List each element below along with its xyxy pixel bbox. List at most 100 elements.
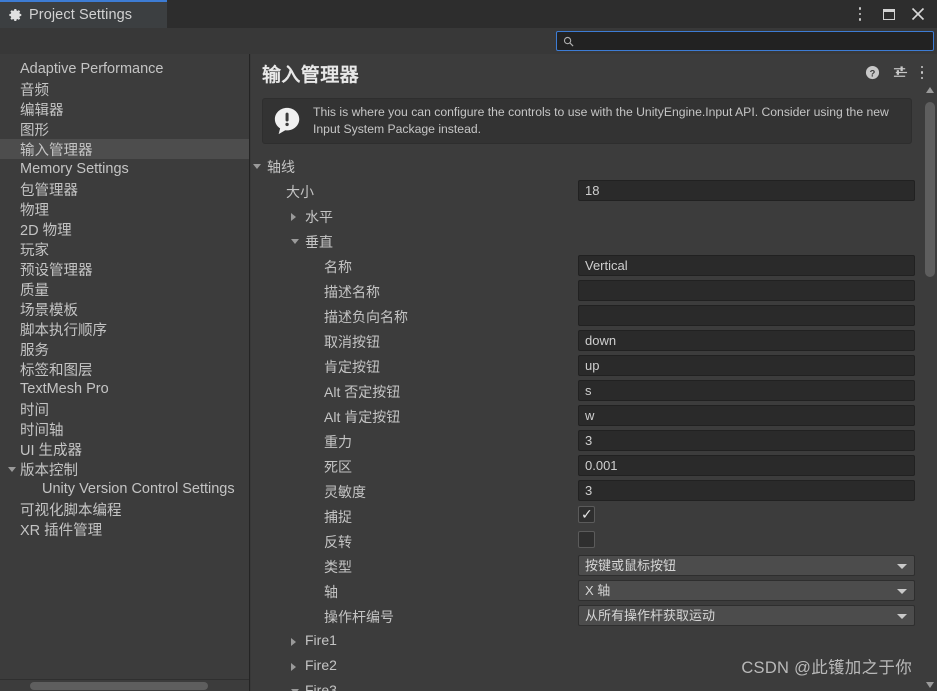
property-text-field[interactable]: 18 [578, 180, 915, 201]
property-label: 重力 [324, 434, 352, 450]
scroll-down-arrow-icon[interactable] [926, 682, 934, 688]
sidebar-item-8[interactable]: 2D 物理 [0, 219, 249, 239]
property-row: 名称 Vertical [251, 254, 921, 279]
sidebar-item-18[interactable]: 时间轴 [0, 419, 249, 439]
search-input[interactable] [556, 31, 934, 51]
property-row: 水平 [251, 204, 921, 229]
property-text-field[interactable]: w [578, 405, 915, 426]
sidebar-horizontal-scrollbar[interactable] [0, 679, 249, 691]
sidebar-item-20[interactable]: 版本控制 [0, 459, 249, 479]
property-text-field[interactable]: s [578, 380, 915, 401]
sidebar-item-23[interactable]: XR 插件管理 [0, 519, 249, 539]
input-manager-panel: 输入管理器 ? This is where you can configure … [251, 54, 937, 691]
property-label: 描述名称 [324, 284, 380, 300]
sidebar-item-4[interactable]: 输入管理器 [0, 139, 249, 159]
sidebar-item-label: UI 生成器 [20, 442, 83, 459]
sidebar-item-label: 时间轴 [20, 422, 64, 439]
maximize-icon [883, 8, 895, 20]
property-text-field[interactable]: 3 [578, 480, 915, 501]
main-scrollbar-thumb[interactable] [925, 102, 935, 277]
sidebar-item-label: XR 插件管理 [20, 522, 103, 539]
property-label: Alt 否定按钮 [324, 384, 401, 400]
property-text-field[interactable] [578, 280, 915, 301]
chevron-down-icon [897, 589, 907, 594]
property-label: 类型 [324, 559, 352, 575]
sidebar-item-3[interactable]: 图形 [0, 119, 249, 139]
property-text-field[interactable]: 3 [578, 430, 915, 451]
property-text-field[interactable]: Vertical [578, 255, 915, 276]
property-row: Alt 肯定按钮 w [251, 404, 921, 429]
property-label: 捕捉 [324, 509, 352, 525]
sidebar-item-16[interactable]: TextMesh Pro [0, 379, 249, 399]
property-row: 描述名称 [251, 279, 921, 304]
maximize-button[interactable] [876, 1, 902, 27]
property-text-field[interactable]: down [578, 330, 915, 351]
property-dropdown[interactable]: 按键或鼠标按钮 [578, 555, 915, 576]
tab-project-settings[interactable]: Project Settings [0, 0, 167, 28]
sidebar-item-14[interactable]: 服务 [0, 339, 249, 359]
sidebar-item-5[interactable]: Memory Settings [0, 159, 249, 179]
property-row: 类型 按键或鼠标按钮 [251, 554, 921, 579]
kebab-menu-button[interactable] [847, 1, 873, 27]
dropdown-value: X 轴 [585, 583, 611, 598]
chevron-down-icon[interactable] [253, 164, 261, 169]
sidebar-item-11[interactable]: 质量 [0, 279, 249, 299]
property-dropdown[interactable]: X 轴 [578, 580, 915, 601]
sidebar-item-label: 时间 [20, 402, 49, 419]
property-row: 肯定按钮 up [251, 354, 921, 379]
sidebar-item-label: 标签和图层 [20, 362, 93, 379]
sidebar-item-6[interactable]: 包管理器 [0, 179, 249, 199]
panel-kebab-menu-icon[interactable] [920, 65, 923, 80]
settings-sidebar[interactable]: Adaptive Performance 音频 编辑器 图形 输入管理器 Memory S… [0, 54, 250, 691]
chevron-right-icon[interactable] [291, 663, 296, 671]
sidebar-item-2[interactable]: 编辑器 [0, 99, 249, 119]
sidebar-item-label: 场景模板 [20, 302, 78, 319]
property-text-field[interactable] [578, 305, 915, 326]
chevron-down-icon[interactable] [291, 239, 299, 244]
close-button[interactable] [905, 1, 931, 27]
unity-project-settings-window: Project Settings Adaptive Performance 音频… [0, 0, 937, 691]
sidebar-item-19[interactable]: UI 生成器 [0, 439, 249, 459]
sidebar-item-label: 质量 [20, 282, 49, 299]
sidebar-item-15[interactable]: 标签和图层 [0, 359, 249, 379]
sidebar-item-1[interactable]: 音频 [0, 79, 249, 99]
property-text-field[interactable]: up [578, 355, 915, 376]
sidebar-item-17[interactable]: 时间 [0, 399, 249, 419]
chevron-right-icon[interactable] [291, 213, 296, 221]
sidebar-scrollbar-thumb[interactable] [30, 682, 208, 690]
sidebar-item-21[interactable]: Unity Version Control Settings [0, 479, 249, 499]
property-row: 重力 3 [251, 429, 921, 454]
property-dropdown[interactable]: 从所有操作杆获取运动 [578, 605, 915, 626]
sidebar-item-13[interactable]: 脚本执行顺序 [0, 319, 249, 339]
chevron-right-icon[interactable] [291, 638, 296, 646]
sidebar-item-10[interactable]: 预设管理器 [0, 259, 249, 279]
scroll-up-arrow-icon[interactable] [926, 87, 934, 93]
sidebar-item-22[interactable]: 可视化脚本编程 [0, 499, 249, 519]
help-icon[interactable]: ? [865, 65, 880, 80]
property-checkbox[interactable] [578, 531, 595, 548]
property-text-field[interactable]: 0.001 [578, 455, 915, 476]
property-row: Fire3 [251, 679, 921, 691]
preset-icon[interactable] [893, 65, 908, 80]
property-row: 轴X 轴 [251, 579, 921, 604]
property-row: 操作杆编号 从所有操作杆获取运动 [251, 604, 921, 629]
property-row: Alt 否定按钮 s [251, 379, 921, 404]
property-row: 垂直 [251, 229, 921, 254]
chevron-down-icon[interactable] [8, 466, 16, 472]
sidebar-item-9[interactable]: 玩家 [0, 239, 249, 259]
property-row: 轴线 [251, 154, 921, 179]
sidebar-item-label: 预设管理器 [20, 262, 93, 279]
sidebar-item-label: 物理 [20, 202, 49, 219]
property-label: 大小 [286, 184, 314, 200]
property-checkbox[interactable]: ✓ [578, 506, 595, 523]
sidebar-item-7[interactable]: 物理 [0, 199, 249, 219]
sidebar-item-0[interactable]: Adaptive Performance [0, 59, 249, 79]
property-label: Fire1 [305, 632, 337, 648]
main-vertical-scrollbar[interactable] [923, 84, 937, 691]
property-row: 描述负向名称 [251, 304, 921, 329]
dropdown-value: 按键或鼠标按钮 [585, 558, 677, 573]
gear-icon [9, 9, 22, 21]
watermark: CSDN @此镬加之于你 [741, 659, 912, 677]
property-label: 操作杆编号 [324, 609, 394, 625]
sidebar-item-12[interactable]: 场景模板 [0, 299, 249, 319]
